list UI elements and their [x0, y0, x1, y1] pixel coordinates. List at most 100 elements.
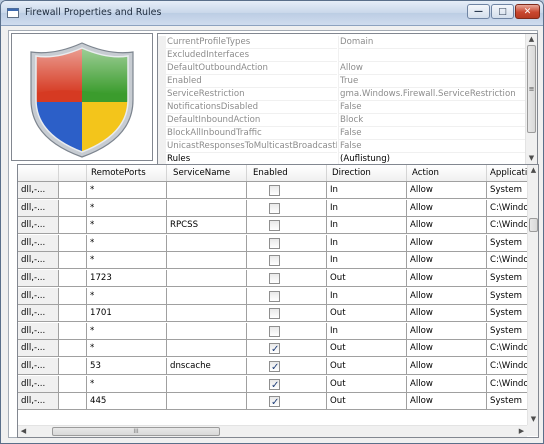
enabled-checkbox[interactable] — [269, 359, 280, 374]
scroll-right-icon[interactable]: ▶ — [516, 426, 527, 437]
name-cell[interactable] — [59, 199, 87, 217]
table-row[interactable]: dll,-... * Out Allow C:\Windo — [18, 375, 528, 393]
application-cell[interactable]: System — [487, 234, 528, 252]
property-row[interactable]: BlockAllInboundTraffic False — [158, 127, 526, 140]
enabled-cell[interactable] — [247, 340, 327, 358]
remoteports-cell[interactable]: * — [87, 322, 167, 340]
property-row[interactable]: NotificationsDisabled False — [158, 101, 526, 114]
direction-cell[interactable]: In — [327, 182, 407, 199]
direction-cell[interactable]: Out — [327, 340, 407, 358]
enabled-checkbox[interactable] — [269, 325, 280, 337]
row-header-cell[interactable]: dll,-... — [18, 182, 59, 199]
direction-cell[interactable]: Out — [327, 375, 407, 393]
minimize-button[interactable]: — — [467, 4, 490, 19]
remoteports-cell[interactable]: * — [87, 217, 167, 235]
name-cell[interactable] — [59, 358, 87, 375]
rules-data-grid[interactable]: RemotePorts ServiceName Enabled Directio… — [17, 164, 539, 438]
property-value[interactable]: False — [338, 127, 526, 140]
direction-cell[interactable]: In — [327, 217, 407, 235]
name-cell[interactable] — [59, 393, 87, 411]
scroll-down-icon[interactable]: ▼ — [528, 414, 538, 425]
row-header-cell[interactable]: dll,-... — [18, 375, 59, 393]
property-row[interactable]: UnicastResponsesToMulticastBroadcastDis F… — [158, 140, 526, 153]
property-value[interactable]: True — [338, 75, 526, 88]
direction-cell[interactable]: In — [327, 322, 407, 340]
name-cell[interactable] — [59, 287, 87, 305]
servicename-cell[interactable] — [167, 252, 247, 270]
enabled-cell[interactable] — [247, 270, 327, 287]
action-cell[interactable]: Allow — [407, 252, 487, 270]
action-cell[interactable]: Allow — [407, 375, 487, 393]
property-row[interactable]: DefaultInboundAction Block — [158, 114, 526, 127]
name-cell[interactable] — [59, 375, 87, 393]
servicename-cell[interactable] — [167, 199, 247, 217]
enabled-cell[interactable] — [247, 393, 327, 411]
action-cell[interactable]: Allow — [407, 234, 487, 252]
close-button[interactable]: ✕ — [515, 4, 540, 19]
table-row[interactable]: dll,-... * Out Allow C:\Windo — [18, 340, 528, 358]
remoteports-cell[interactable]: 1701 — [87, 305, 167, 323]
servicename-cell[interactable] — [167, 182, 247, 199]
enabled-checkbox[interactable] — [269, 273, 280, 284]
name-cell[interactable] — [59, 217, 87, 235]
column-header-enabled[interactable]: Enabled — [247, 165, 327, 181]
action-cell[interactable]: Allow — [407, 305, 487, 323]
row-header-cell[interactable]: dll,-... — [18, 199, 59, 217]
table-row[interactable]: dll,-... 53 dnscache Out Allow C:\Windo — [18, 358, 528, 375]
action-cell[interactable]: Allow — [407, 322, 487, 340]
action-cell[interactable]: Allow — [407, 340, 487, 358]
application-cell[interactable]: C:\Windo — [487, 252, 528, 270]
remoteports-cell[interactable]: * — [87, 234, 167, 252]
column-header-remoteports[interactable]: RemotePorts — [87, 165, 167, 181]
action-cell[interactable]: Allow — [407, 199, 487, 217]
servicename-cell[interactable]: RPCSS — [167, 217, 247, 235]
column-header-action[interactable]: Action — [407, 165, 487, 181]
application-cell[interactable]: System — [487, 393, 528, 411]
property-value[interactable]: False — [338, 140, 526, 153]
scroll-thumb[interactable]: III — [52, 427, 220, 436]
direction-cell[interactable]: Out — [327, 270, 407, 287]
enabled-checkbox[interactable] — [269, 308, 280, 320]
application-cell[interactable]: System — [487, 182, 528, 199]
column-header-application[interactable]: Applicati — [487, 165, 528, 181]
enabled-cell[interactable] — [247, 182, 327, 199]
property-value[interactable]: Block — [338, 114, 526, 127]
table-row[interactable]: dll,-... * In Allow System — [18, 287, 528, 305]
servicename-cell[interactable] — [167, 234, 247, 252]
row-header-cell[interactable]: dll,-... — [18, 322, 59, 340]
servicename-cell[interactable] — [167, 393, 247, 411]
direction-cell[interactable]: In — [327, 199, 407, 217]
column-header-servicename[interactable]: ServiceName — [167, 165, 247, 181]
title-bar[interactable]: Firewall Properties and Rules — □ ✕ — [1, 1, 543, 26]
scroll-down-icon[interactable]: ▼ — [526, 153, 537, 164]
scroll-up-icon[interactable]: ▲ — [526, 34, 537, 45]
direction-cell[interactable]: Out — [327, 358, 407, 375]
enabled-cell[interactable] — [247, 217, 327, 235]
property-row[interactable]: DefaultOutboundAction Allow — [158, 62, 526, 75]
remoteports-cell[interactable]: 445 — [87, 393, 167, 411]
application-cell[interactable]: C:\Windo — [487, 217, 528, 235]
table-row[interactable]: dll,-... * In Allow C:\Windo — [18, 199, 528, 217]
row-header-cell[interactable]: dll,-... — [18, 252, 59, 270]
enabled-checkbox[interactable] — [269, 377, 280, 392]
remoteports-cell[interactable]: * — [87, 182, 167, 199]
row-header-cell[interactable]: dll,-... — [18, 393, 59, 411]
servicename-cell[interactable]: dnscache — [167, 358, 247, 375]
row-header-cell[interactable]: dll,-... — [18, 340, 59, 358]
name-cell[interactable] — [59, 322, 87, 340]
action-cell[interactable]: Allow — [407, 182, 487, 199]
property-value[interactable]: gma.Windows.Firewall.ServiceRestriction — [338, 88, 526, 101]
name-cell[interactable] — [59, 234, 87, 252]
direction-cell[interactable]: Out — [327, 305, 407, 323]
property-value[interactable]: False — [338, 101, 526, 114]
application-cell[interactable]: System — [487, 305, 528, 323]
property-vertical-scrollbar[interactable]: ▲ ≡ ▼ — [525, 34, 537, 164]
remoteports-cell[interactable]: * — [87, 252, 167, 270]
application-cell[interactable]: C:\Windo — [487, 199, 528, 217]
table-row[interactable]: dll,-... 445 Out Allow System — [18, 393, 528, 411]
name-cell[interactable] — [59, 340, 87, 358]
name-cell[interactable] — [59, 252, 87, 270]
property-row[interactable]: Enabled True — [158, 75, 526, 88]
action-cell[interactable]: Allow — [407, 358, 487, 375]
servicename-cell[interactable] — [167, 375, 247, 393]
